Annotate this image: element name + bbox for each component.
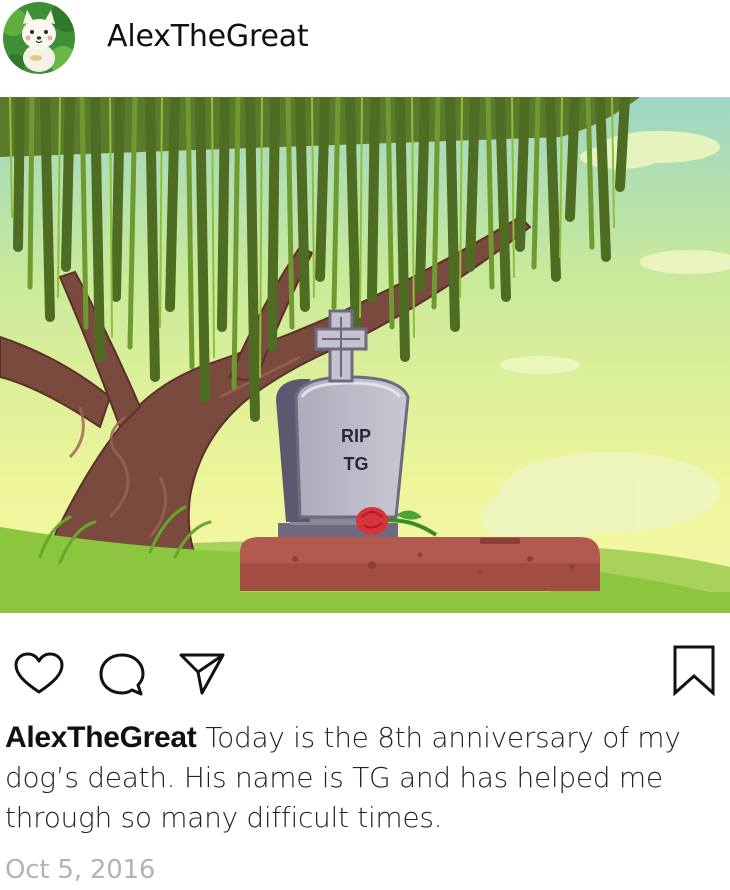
instagram-post: AlexTheGreat RIP TG AlexTheGreat Today i…: [0, 0, 730, 890]
header-username[interactable]: AlexTheGreat: [107, 17, 309, 57]
grave-under-willow-illustration: RIP TG: [0, 97, 730, 613]
caption-username[interactable]: AlexTheGreat: [5, 721, 197, 754]
tombstone-text-tg: TG: [344, 454, 369, 474]
heart-icon[interactable]: [14, 652, 64, 701]
post-header: AlexTheGreat: [0, 0, 730, 96]
tombstone-text-rip: RIP: [341, 426, 371, 446]
comment-icon[interactable]: [98, 652, 146, 703]
paper-plane-icon[interactable]: [178, 652, 226, 701]
post-timestamp: Oct 5, 2016: [5, 855, 156, 885]
avatar[interactable]: [3, 2, 75, 74]
post-actions: [0, 640, 730, 704]
white-dog-avatar-icon: [3, 2, 75, 74]
post-caption: AlexTheGreat Today is the 8th anniversar…: [5, 718, 720, 838]
bookmark-icon[interactable]: [672, 644, 716, 701]
post-image[interactable]: RIP TG: [0, 97, 730, 613]
